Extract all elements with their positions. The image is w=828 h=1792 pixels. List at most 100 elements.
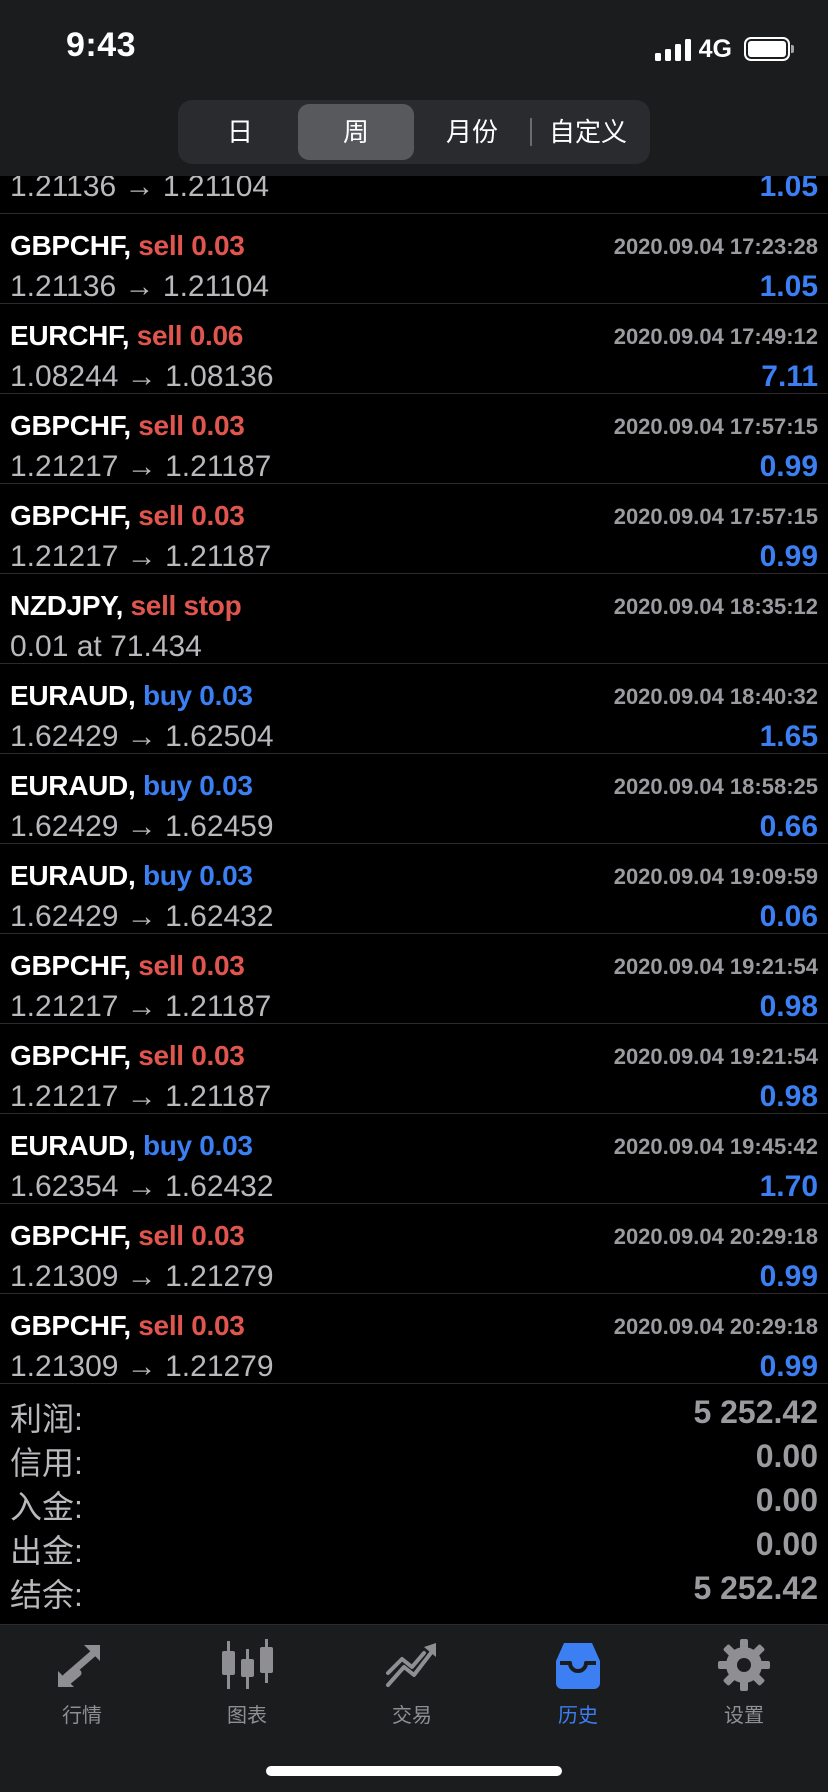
deal-title: GBPCHF, sell 0.03 bbox=[10, 950, 245, 982]
tab-history-label: 历史 bbox=[558, 1705, 598, 1727]
deal-symbol: GBPCHF, bbox=[10, 1220, 131, 1251]
history-row[interactable]: EURAUD, buy 0.03 2020.09.04 19:09:59 1.624… bbox=[0, 844, 828, 934]
gear-icon bbox=[718, 1639, 770, 1691]
deal-time: 2020.09.04 19:21:54 bbox=[613, 954, 818, 979]
deal-profit: 1.05 bbox=[759, 176, 818, 203]
deal-side: buy 0.03 bbox=[142, 1130, 253, 1161]
deal-symbol: EURAUD, bbox=[10, 680, 136, 711]
deal-symbol: GBPCHF, bbox=[10, 500, 131, 531]
history-row[interactable]: GBPCHF, sell 0.03 2020.09.04 17:57:15 1.21… bbox=[0, 394, 828, 484]
deal-prices: 1.08244 → 1.08136 bbox=[10, 360, 274, 393]
tab-month[interactable]: 月份 bbox=[414, 104, 530, 160]
summary-withdrawal-label: 出金: bbox=[10, 1533, 83, 1569]
tab-day[interactable]: 日 bbox=[182, 104, 298, 160]
home-indicator bbox=[266, 1766, 562, 1776]
deal-title: EURAUD, buy 0.03 bbox=[10, 680, 253, 712]
history-row[interactable]: GBPCHF, sell 0.03 2020.09.04 20:29:18 1.21… bbox=[0, 1294, 828, 1384]
deal-side: buy 0.03 bbox=[142, 680, 253, 711]
deal-time: 2020.09.04 17:23:28 bbox=[613, 234, 818, 259]
summary-withdrawal-row: 出金: 0.00 bbox=[0, 1526, 828, 1570]
tab-month-label: 月份 bbox=[445, 117, 498, 147]
deal-profit: 0.99 bbox=[759, 450, 818, 483]
history-row[interactable]: EURAUD, buy 0.03 2020.09.04 19:45:42 1.623… bbox=[0, 1114, 828, 1204]
deal-prices: 1.62429 → 1.62459 bbox=[10, 810, 274, 843]
deal-prices: 1.21136 → 1.21104 bbox=[10, 176, 270, 203]
tab-day-label: 日 bbox=[226, 117, 253, 147]
deal-time: 2020.09.04 17:57:15 bbox=[613, 414, 818, 439]
deal-time: 2020.09.04 18:40:32 bbox=[613, 684, 818, 709]
deal-time: 2020.09.04 18:35:12 bbox=[613, 594, 818, 619]
deal-side: sell 0.03 bbox=[138, 410, 245, 441]
tab-week[interactable]: 周 bbox=[298, 104, 414, 160]
history-row[interactable]: GBPCHF, sell 0.03 2020.09.04 20:29:18 1.21… bbox=[0, 1204, 828, 1294]
history-row[interactable]: NZDJPY, sell stop 2020.09.04 18:35:12 0.01… bbox=[0, 574, 828, 664]
deal-profit: 0.06 bbox=[759, 900, 818, 933]
tab-trade[interactable]: 交易 bbox=[352, 1637, 472, 1728]
deal-side: sell 0.03 bbox=[138, 500, 245, 531]
deal-symbol: EURAUD, bbox=[10, 770, 136, 801]
candlestick-icon bbox=[222, 1639, 273, 1689]
deal-time: 2020.09.04 18:58:25 bbox=[613, 774, 818, 799]
history-row[interactable]: GBPCHF, sell 0.03 2020.09.04 19:21:54 1.21… bbox=[0, 934, 828, 1024]
deal-title: GBPCHF, sell 0.03 bbox=[10, 500, 245, 532]
period-segmented-control: 日 周 月份 自定义 bbox=[178, 100, 650, 164]
deal-profit: 1.05 bbox=[759, 270, 818, 303]
tab-quotes[interactable]: 行情 bbox=[22, 1637, 142, 1728]
deal-prices: 1.21136 → 1.21104 bbox=[10, 270, 270, 303]
history-row[interactable]: EURAUD, buy 0.03 2020.09.04 18:40:32 1.624… bbox=[0, 664, 828, 754]
deal-side: sell stop bbox=[130, 590, 242, 621]
deal-title: NZDJPY, sell stop bbox=[10, 590, 242, 622]
history-row[interactable]: EURCHF, sell 0.06 2020.09.04 17:49:12 1.08… bbox=[0, 304, 828, 394]
deal-profit: 0.99 bbox=[759, 540, 818, 573]
summary-credit-value: 0.00 bbox=[755, 1438, 818, 1474]
summary-balance-value: 5 252.42 bbox=[693, 1570, 818, 1606]
history-row[interactable]: GBPCHF, sell 0.03 2020.09.04 17:57:15 1.21… bbox=[0, 484, 828, 574]
battery-icon bbox=[744, 37, 794, 61]
deal-time: 2020.09.04 19:45:42 bbox=[613, 1134, 818, 1159]
status-time: 9:43 bbox=[66, 26, 137, 64]
segment-divider bbox=[530, 118, 532, 146]
summary-credit-row: 信用: 0.00 bbox=[0, 1438, 828, 1482]
deal-title: EURAUD, buy 0.03 bbox=[10, 860, 253, 892]
network-type: 4G bbox=[698, 34, 732, 63]
deal-prices: 1.21217 → 1.21187 bbox=[10, 990, 272, 1023]
deal-profit: 1.65 bbox=[759, 720, 818, 753]
deal-symbol: EURAUD, bbox=[10, 860, 136, 891]
deal-title: GBPCHF, sell 0.03 bbox=[10, 1040, 245, 1072]
history-row[interactable]: GBPCHF, sell 0.03 2020.09.04 19:21:54 1.21… bbox=[0, 1024, 828, 1114]
summary-deposit-value: 0.00 bbox=[755, 1482, 818, 1518]
deal-prices: 1.21309 → 1.21279 bbox=[10, 1350, 274, 1383]
tab-settings-label: 设置 bbox=[724, 1705, 764, 1727]
deal-side: buy 0.03 bbox=[142, 860, 253, 891]
deal-prices: 1.21309 → 1.21279 bbox=[10, 1260, 274, 1293]
deal-time: 2020.09.04 20:29:18 bbox=[613, 1314, 818, 1339]
deal-symbol: GBPCHF, bbox=[10, 230, 131, 261]
history-row-partial[interactable]: 1.21136 → 1.21104 1.05 bbox=[0, 176, 828, 214]
status-bar: 9:43 4G bbox=[0, 0, 828, 100]
history-row[interactable]: GBPCHF, sell 0.03 2020.09.04 17:23:28 1.21… bbox=[0, 214, 828, 304]
summary-credit-label: 信用: bbox=[10, 1445, 83, 1481]
deal-profit: 0.99 bbox=[759, 1260, 818, 1293]
tab-history[interactable]: 历史 bbox=[518, 1637, 638, 1728]
deal-symbol: GBPCHF, bbox=[10, 1310, 131, 1341]
history-header: 日 周 月份 自定义 bbox=[0, 100, 828, 176]
deal-side: sell 0.03 bbox=[138, 950, 245, 981]
deal-side: sell 0.03 bbox=[138, 1040, 245, 1071]
deal-title: EURAUD, buy 0.03 bbox=[10, 1130, 253, 1162]
deal-time: 2020.09.04 19:21:54 bbox=[613, 1044, 818, 1069]
deal-title: GBPCHF, sell 0.03 bbox=[10, 230, 245, 262]
deal-side: buy 0.03 bbox=[142, 770, 253, 801]
deal-time: 2020.09.04 17:49:12 bbox=[613, 324, 818, 349]
tab-custom[interactable]: 自定义 bbox=[530, 104, 646, 160]
summary-profit-label: 利润: bbox=[10, 1401, 83, 1437]
cellular-signal-icon bbox=[654, 37, 691, 61]
deal-prices: 0.01 at 71.434 bbox=[10, 630, 202, 663]
tab-settings[interactable]: 设置 bbox=[684, 1637, 804, 1728]
history-list[interactable]: 1.21136 → 1.21104 1.05 GBPCHF, sell 0.03… bbox=[0, 176, 828, 1384]
history-row[interactable]: EURAUD, buy 0.03 2020.09.04 18:58:25 1.624… bbox=[0, 754, 828, 844]
tab-charts[interactable]: 图表 bbox=[187, 1637, 307, 1728]
deal-symbol: NZDJPY, bbox=[10, 590, 124, 621]
deal-time: 2020.09.04 19:09:59 bbox=[613, 864, 818, 889]
deal-side: sell 0.06 bbox=[136, 320, 244, 351]
deal-prices: 1.21217 → 1.21187 bbox=[10, 1080, 272, 1113]
